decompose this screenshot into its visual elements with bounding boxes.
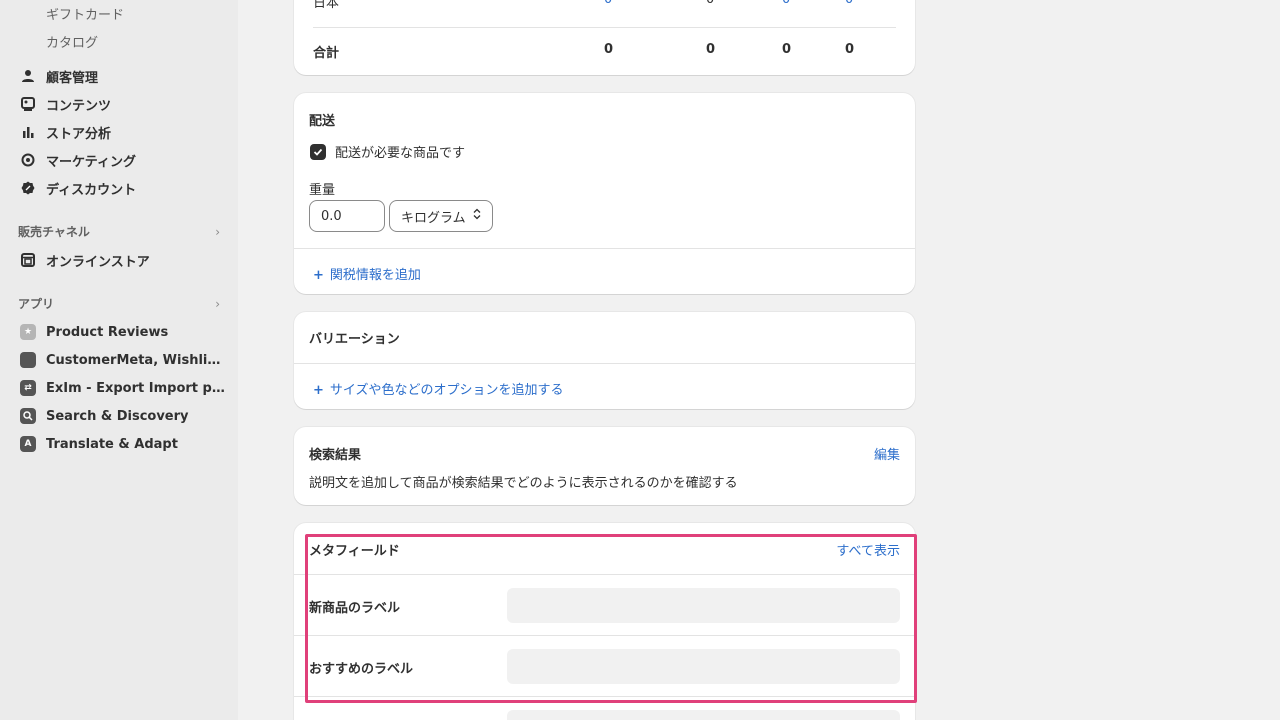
sidebar-item-label: Search & Discovery xyxy=(46,408,189,424)
star-icon: ★ xyxy=(20,324,36,340)
sidebar-app-exim[interactable]: ⇄ ExIm - Export Import pages xyxy=(20,377,225,399)
total-committed: 0 xyxy=(706,42,716,57)
sales-channels-header[interactable]: 販売チャネル › xyxy=(18,223,220,240)
sidebar-item-catalogs[interactable]: カタログ xyxy=(46,32,98,51)
incoming-value[interactable]: 0 xyxy=(845,0,853,7)
sidebar-item-label: ディスカウント xyxy=(46,182,137,198)
bar-chart-icon xyxy=(20,124,36,140)
apps-header[interactable]: アプリ › xyxy=(18,295,220,312)
sidebar-item-customers[interactable]: 顧客管理 xyxy=(20,65,98,87)
sidebar-item-label: CustomerMeta, Wishlist C... xyxy=(46,352,225,368)
sidebar: ギフトカード カタログ 顧客管理 コンテンツ ストア分析 マーケティング ディス… xyxy=(0,0,238,720)
chevron-right-icon: › xyxy=(215,296,220,311)
person-icon xyxy=(20,68,36,84)
seo-edit-link[interactable]: 編集 xyxy=(874,444,900,463)
app-icon xyxy=(20,352,36,368)
select-arrows-icon xyxy=(473,208,481,224)
weight-unit-value: キログラム xyxy=(401,210,466,226)
highlight-box xyxy=(305,534,917,703)
weight-label: 重量 xyxy=(309,183,336,198)
store-icon xyxy=(20,252,36,268)
seo-card: 検索結果 編集 説明文を追加して商品が検索結果でどのように表示されるのかを確認す… xyxy=(294,427,915,505)
total-incoming: 0 xyxy=(845,42,855,57)
requires-shipping-label: 配送が必要な商品です xyxy=(335,146,466,161)
checkmark-icon xyxy=(310,143,326,160)
sidebar-item-marketing[interactable]: マーケティング xyxy=(20,149,136,171)
sidebar-item-label: 顧客管理 xyxy=(46,70,99,86)
sidebar-item-content[interactable]: コンテンツ xyxy=(20,93,111,115)
shipping-card: 配送 配送が必要な商品です 重量 0.0 キログラム + 関税情報を追加 xyxy=(294,93,915,294)
seo-title: 検索結果 xyxy=(309,448,362,463)
apps-label: アプリ xyxy=(18,297,55,311)
total-label: 合計 xyxy=(313,46,340,61)
weight-value: 0.0 xyxy=(321,208,342,224)
divider xyxy=(294,248,915,249)
sidebar-item-label: Product Reviews xyxy=(46,324,169,340)
sidebar-item-label: コンテンツ xyxy=(46,98,112,114)
target-icon xyxy=(20,152,36,168)
sidebar-item-gift-cards[interactable]: ギフトカード xyxy=(46,4,124,23)
total-available: 0 xyxy=(604,42,614,57)
weight-input[interactable]: 0.0 xyxy=(309,200,385,232)
translate-icon: A xyxy=(20,436,36,452)
add-customs-info-link[interactable]: + 関税情報を追加 xyxy=(313,264,421,283)
available-value[interactable]: 0 xyxy=(604,0,612,7)
sidebar-item-label: マーケティング xyxy=(46,154,136,170)
sidebar-item-label: Translate & Adapt xyxy=(46,436,178,452)
add-options-label: サイズや色などのオプションを追加する xyxy=(329,383,564,398)
plus-icon: + xyxy=(313,383,324,398)
add-options-link[interactable]: + サイズや色などのオプションを追加する xyxy=(313,379,564,398)
sales-channels-label: 販売チャネル xyxy=(18,225,90,239)
divider xyxy=(313,27,896,28)
total-unavailable: 0 xyxy=(782,42,792,57)
sidebar-app-translate-adapt[interactable]: A Translate & Adapt xyxy=(20,433,225,455)
export-import-icon: ⇄ xyxy=(20,380,36,396)
search-icon xyxy=(20,408,36,424)
shipping-title: 配送 xyxy=(309,114,336,129)
location-row-label: 日本 xyxy=(313,0,340,11)
committed-value: 0 xyxy=(706,0,714,7)
sidebar-item-label: ExIm - Export Import pages xyxy=(46,380,225,396)
sidebar-item-online-store[interactable]: オンラインストア xyxy=(20,249,150,271)
seo-description: 説明文を追加して商品が検索結果でどのように表示されるのかを確認する xyxy=(309,476,738,491)
discount-icon xyxy=(20,180,36,196)
metafield-input-next[interactable] xyxy=(507,710,900,720)
sidebar-item-discounts[interactable]: ディスカウント xyxy=(20,177,136,199)
inventory-card: 日本 0 0 0 0 合計 0 0 0 0 xyxy=(294,0,915,75)
sidebar-app-product-reviews[interactable]: ★ Product Reviews xyxy=(20,321,225,343)
add-customs-info-label: 関税情報を追加 xyxy=(329,268,421,283)
variants-card: バリエーション + サイズや色などのオプションを追加する xyxy=(294,312,915,409)
sidebar-app-search-discovery[interactable]: Search & Discovery xyxy=(20,405,225,427)
sidebar-item-label: ストア分析 xyxy=(46,126,112,142)
plus-icon: + xyxy=(313,268,324,283)
variants-title: バリエーション xyxy=(309,332,400,347)
weight-unit-select[interactable]: キログラム xyxy=(389,200,493,232)
sidebar-item-analytics[interactable]: ストア分析 xyxy=(20,121,111,143)
divider xyxy=(294,363,915,364)
sidebar-app-customermeta[interactable]: CustomerMeta, Wishlist C... xyxy=(20,349,225,371)
sidebar-item-label: オンラインストア xyxy=(46,254,150,270)
content-icon xyxy=(20,96,36,112)
unavailable-value[interactable]: 0 xyxy=(782,0,790,7)
chevron-right-icon: › xyxy=(215,224,220,239)
requires-shipping-checkbox[interactable]: 配送が必要な商品です xyxy=(310,142,465,161)
